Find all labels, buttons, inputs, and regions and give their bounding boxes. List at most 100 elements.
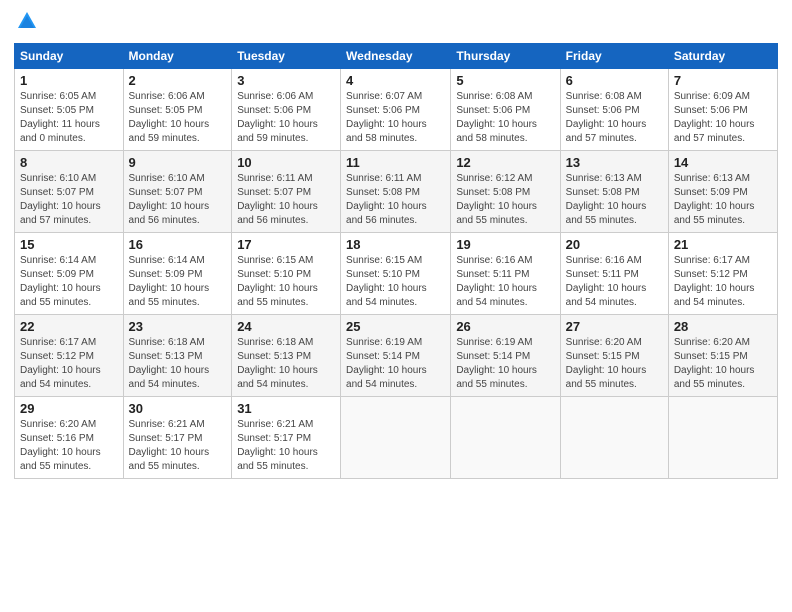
calendar-cell: 22 Sunrise: 6:17 AM Sunset: 5:12 PM Dayli…: [15, 315, 124, 397]
calendar-cell: 20 Sunrise: 6:16 AM Sunset: 5:11 PM Dayli…: [560, 233, 668, 315]
calendar-cell: 29 Sunrise: 6:20 AM Sunset: 5:16 PM Dayli…: [15, 397, 124, 479]
calendar-cell: 17 Sunrise: 6:15 AM Sunset: 5:10 PM Dayli…: [232, 233, 341, 315]
day-info: Sunrise: 6:17 AM Sunset: 5:12 PM Dayligh…: [20, 336, 118, 392]
day-info: Sunrise: 6:14 AM Sunset: 5:09 PM Dayligh…: [20, 254, 118, 310]
day-info: Sunrise: 6:20 AM Sunset: 5:15 PM Dayligh…: [566, 336, 663, 392]
day-number: 25: [346, 319, 445, 334]
weekday-header-monday: Monday: [123, 44, 232, 69]
day-info: Sunrise: 6:13 AM Sunset: 5:09 PM Dayligh…: [674, 172, 772, 228]
day-info: Sunrise: 6:10 AM Sunset: 5:07 PM Dayligh…: [129, 172, 227, 228]
calendar-week-row: 8 Sunrise: 6:10 AM Sunset: 5:07 PM Daylig…: [15, 151, 778, 233]
day-info: Sunrise: 6:15 AM Sunset: 5:10 PM Dayligh…: [237, 254, 335, 310]
day-info: Sunrise: 6:19 AM Sunset: 5:14 PM Dayligh…: [456, 336, 554, 392]
day-number: 3: [237, 73, 335, 88]
calendar-cell: 10 Sunrise: 6:11 AM Sunset: 5:07 PM Dayli…: [232, 151, 341, 233]
day-number: 28: [674, 319, 772, 334]
calendar-cell: 15 Sunrise: 6:14 AM Sunset: 5:09 PM Dayli…: [15, 233, 124, 315]
day-info: Sunrise: 6:18 AM Sunset: 5:13 PM Dayligh…: [129, 336, 227, 392]
calendar-cell: 24 Sunrise: 6:18 AM Sunset: 5:13 PM Dayli…: [232, 315, 341, 397]
day-number: 9: [129, 155, 227, 170]
day-number: 23: [129, 319, 227, 334]
calendar-cell: [668, 397, 777, 479]
calendar-cell: 7Sunrise: 6:09 AM Sunset: 5:06 PM Daylig…: [668, 69, 777, 151]
day-info: Sunrise: 6:16 AM Sunset: 5:11 PM Dayligh…: [456, 254, 554, 310]
calendar-cell: 8Sunrise: 6:10 AM Sunset: 5:07 PM Daylig…: [15, 151, 124, 233]
day-number: 1: [20, 73, 118, 88]
header: [14, 10, 778, 37]
day-info: Sunrise: 6:11 AM Sunset: 5:07 PM Dayligh…: [237, 172, 335, 228]
day-number: 20: [566, 237, 663, 252]
calendar-week-row: 1 Sunrise: 6:05 AM Sunset: 5:05 PM Daylig…: [15, 69, 778, 151]
day-info: Sunrise: 6:13 AM Sunset: 5:08 PM Dayligh…: [566, 172, 663, 228]
weekday-header-row: SundayMondayTuesdayWednesdayThursdayFrid…: [15, 44, 778, 69]
calendar-cell: 18Sunrise: 6:15 AM Sunset: 5:10 PM Dayli…: [341, 233, 451, 315]
day-number: 21: [674, 237, 772, 252]
calendar-week-row: 22 Sunrise: 6:17 AM Sunset: 5:12 PM Dayli…: [15, 315, 778, 397]
day-number: 8: [20, 155, 118, 170]
day-number: 17: [237, 237, 335, 252]
calendar-cell: [451, 397, 560, 479]
calendar-cell: 4 Sunrise: 6:07 AM Sunset: 5:06 PM Daylig…: [341, 69, 451, 151]
day-info: Sunrise: 6:06 AM Sunset: 5:05 PM Dayligh…: [129, 90, 227, 146]
day-info: Sunrise: 6:16 AM Sunset: 5:11 PM Dayligh…: [566, 254, 663, 310]
calendar-cell: 23 Sunrise: 6:18 AM Sunset: 5:13 PM Dayli…: [123, 315, 232, 397]
logo-icon: [16, 10, 38, 32]
day-info: Sunrise: 6:18 AM Sunset: 5:13 PM Dayligh…: [237, 336, 335, 392]
logo: [14, 10, 38, 37]
day-number: 24: [237, 319, 335, 334]
day-number: 4: [346, 73, 445, 88]
weekday-header-sunday: Sunday: [15, 44, 124, 69]
day-info: Sunrise: 6:06 AM Sunset: 5:06 PM Dayligh…: [237, 90, 335, 146]
calendar-cell: 30 Sunrise: 6:21 AM Sunset: 5:17 PM Dayli…: [123, 397, 232, 479]
day-number: 2: [129, 73, 227, 88]
day-number: 15: [20, 237, 118, 252]
day-number: 12: [456, 155, 554, 170]
calendar-cell: 26 Sunrise: 6:19 AM Sunset: 5:14 PM Dayli…: [451, 315, 560, 397]
calendar-cell: 2 Sunrise: 6:06 AM Sunset: 5:05 PM Daylig…: [123, 69, 232, 151]
day-number: 10: [237, 155, 335, 170]
weekday-header-tuesday: Tuesday: [232, 44, 341, 69]
calendar-cell: 27 Sunrise: 6:20 AM Sunset: 5:15 PM Dayli…: [560, 315, 668, 397]
logo-text: [14, 10, 38, 37]
day-number: 31: [237, 401, 335, 416]
day-number: 18: [346, 237, 445, 252]
day-number: 19: [456, 237, 554, 252]
day-info: Sunrise: 6:14 AM Sunset: 5:09 PM Dayligh…: [129, 254, 227, 310]
calendar-cell: 1 Sunrise: 6:05 AM Sunset: 5:05 PM Daylig…: [15, 69, 124, 151]
calendar-cell: 11Sunrise: 6:11 AM Sunset: 5:08 PM Dayli…: [341, 151, 451, 233]
calendar-cell: 12Sunrise: 6:12 AM Sunset: 5:08 PM Dayli…: [451, 151, 560, 233]
day-number: 30: [129, 401, 227, 416]
day-number: 7: [674, 73, 772, 88]
weekday-header-friday: Friday: [560, 44, 668, 69]
day-info: Sunrise: 6:07 AM Sunset: 5:06 PM Dayligh…: [346, 90, 445, 146]
day-info: Sunrise: 6:21 AM Sunset: 5:17 PM Dayligh…: [129, 418, 227, 474]
day-info: Sunrise: 6:05 AM Sunset: 5:05 PM Dayligh…: [20, 90, 118, 146]
day-number: 22: [20, 319, 118, 334]
day-info: Sunrise: 6:20 AM Sunset: 5:15 PM Dayligh…: [674, 336, 772, 392]
day-number: 26: [456, 319, 554, 334]
day-number: 5: [456, 73, 554, 88]
calendar-cell: 28 Sunrise: 6:20 AM Sunset: 5:15 PM Dayli…: [668, 315, 777, 397]
calendar-cell: 9 Sunrise: 6:10 AM Sunset: 5:07 PM Daylig…: [123, 151, 232, 233]
weekday-header-saturday: Saturday: [668, 44, 777, 69]
calendar-week-row: 29 Sunrise: 6:20 AM Sunset: 5:16 PM Dayli…: [15, 397, 778, 479]
day-info: Sunrise: 6:21 AM Sunset: 5:17 PM Dayligh…: [237, 418, 335, 474]
day-info: Sunrise: 6:19 AM Sunset: 5:14 PM Dayligh…: [346, 336, 445, 392]
calendar-cell: 13 Sunrise: 6:13 AM Sunset: 5:08 PM Dayli…: [560, 151, 668, 233]
calendar-cell: 21 Sunrise: 6:17 AM Sunset: 5:12 PM Dayli…: [668, 233, 777, 315]
day-number: 29: [20, 401, 118, 416]
day-info: Sunrise: 6:08 AM Sunset: 5:06 PM Dayligh…: [566, 90, 663, 146]
weekday-header-wednesday: Wednesday: [341, 44, 451, 69]
calendar-cell: 25 Sunrise: 6:19 AM Sunset: 5:14 PM Dayli…: [341, 315, 451, 397]
weekday-header-thursday: Thursday: [451, 44, 560, 69]
day-info: Sunrise: 6:17 AM Sunset: 5:12 PM Dayligh…: [674, 254, 772, 310]
calendar-cell: 14Sunrise: 6:13 AM Sunset: 5:09 PM Dayli…: [668, 151, 777, 233]
day-number: 16: [129, 237, 227, 252]
day-number: 27: [566, 319, 663, 334]
calendar-cell: 5Sunrise: 6:08 AM Sunset: 5:06 PM Daylig…: [451, 69, 560, 151]
day-number: 13: [566, 155, 663, 170]
calendar-cell: 16 Sunrise: 6:14 AM Sunset: 5:09 PM Dayli…: [123, 233, 232, 315]
calendar-week-row: 15 Sunrise: 6:14 AM Sunset: 5:09 PM Dayli…: [15, 233, 778, 315]
calendar-cell: [560, 397, 668, 479]
day-info: Sunrise: 6:20 AM Sunset: 5:16 PM Dayligh…: [20, 418, 118, 474]
